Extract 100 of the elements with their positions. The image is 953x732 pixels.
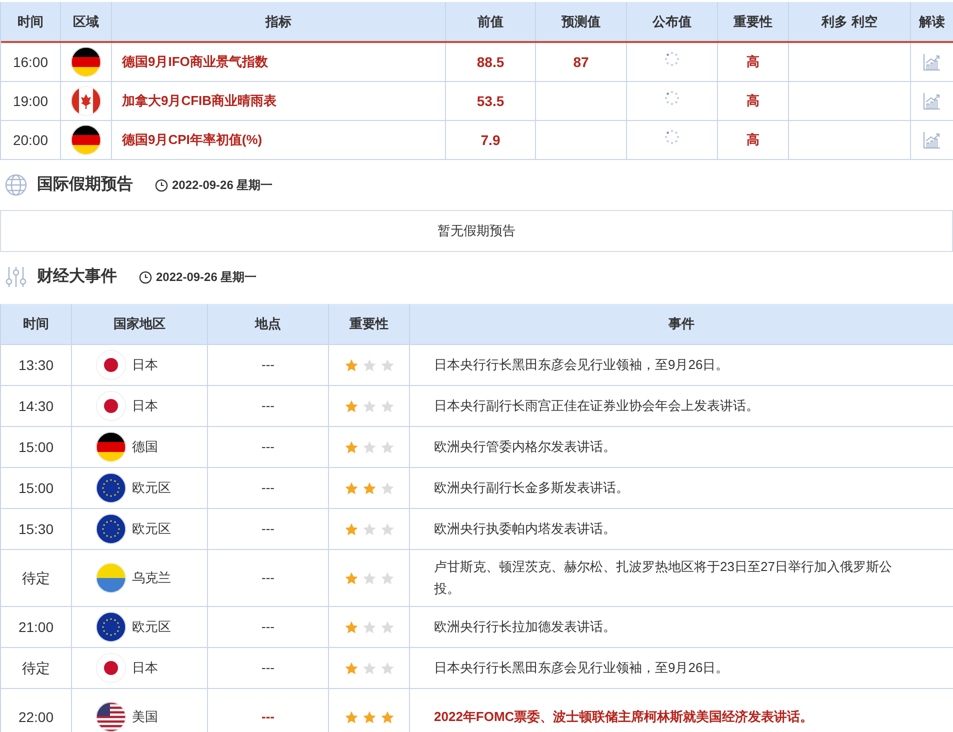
country-name: 欧元区 xyxy=(132,520,171,538)
country-name: 日本 xyxy=(132,356,158,374)
german-flag-icon xyxy=(96,432,126,462)
place-cell-text: --- xyxy=(262,438,274,456)
column-header: 重要性 xyxy=(718,2,789,41)
event-text: 卢甘斯克、顿涅茨克、赫尔松、扎波罗热地区将于23日至27日举行加入俄罗斯公投。 xyxy=(434,558,893,598)
star-icon xyxy=(362,522,376,536)
importance-label: 高 xyxy=(746,53,760,72)
place-cell-text: --- xyxy=(262,356,274,374)
star-icon xyxy=(380,358,394,372)
country-name: 日本 xyxy=(132,659,158,678)
place-cell-text: --- xyxy=(262,659,274,678)
time-cell: 20:00 xyxy=(1,121,61,159)
ukrainian-flag-icon xyxy=(96,563,126,593)
star-icon xyxy=(344,570,358,586)
sliders-icon xyxy=(5,266,27,288)
place-cell-text: --- xyxy=(262,569,274,588)
previous-value: 88.5 xyxy=(476,52,504,72)
us-flag-icon xyxy=(96,702,126,732)
star-icon xyxy=(344,480,358,496)
german-flag-icon xyxy=(71,125,101,155)
importance-label: 高 xyxy=(746,131,760,150)
star-icon xyxy=(344,358,358,372)
star-icon xyxy=(362,570,376,586)
section-title: 财经大事件 xyxy=(37,266,117,287)
column-header: 公布值 xyxy=(627,2,718,41)
time-cell: 待定 xyxy=(1,648,72,688)
place-cell-text: --- xyxy=(262,618,274,636)
country-name: 乌克兰 xyxy=(132,569,171,588)
japanese-flag-icon xyxy=(96,350,126,380)
star-icon xyxy=(362,660,376,676)
previous-value: 7.9 xyxy=(480,130,500,150)
chart-icon[interactable] xyxy=(922,91,942,111)
star-icon xyxy=(380,480,394,496)
place-cell-text: --- xyxy=(262,397,274,416)
clock-icon xyxy=(155,178,168,192)
japanese-flag-icon xyxy=(96,391,126,421)
star-icon xyxy=(380,710,394,724)
chart-icon[interactable] xyxy=(922,52,942,72)
event-text: 欧洲央行行长拉加德发表讲话。 xyxy=(434,618,616,636)
empty-message: 暂无假期预告 xyxy=(438,222,516,240)
importance-label: 高 xyxy=(746,92,760,110)
column-header: 区域 xyxy=(61,2,112,41)
star-icon xyxy=(380,660,394,676)
column-header: 国家地区 xyxy=(72,304,208,344)
indicator-name[interactable]: 加拿大9月CFIB商业晴雨表 xyxy=(122,91,277,111)
time-cell: 15:00 xyxy=(1,427,72,467)
column-header: 时间 xyxy=(1,2,61,41)
event-text: 2022年FOMC票委、波士顿联储主席柯林斯就美国经济发表讲话。 xyxy=(434,708,814,726)
time-cell: 13:30 xyxy=(1,345,72,385)
column-header: 地点 xyxy=(208,304,329,344)
country-name: 德国 xyxy=(132,438,158,456)
column-header: 预测值 xyxy=(536,2,627,41)
indicator-name[interactable]: 德国9月CPI年率初值(%) xyxy=(122,130,262,150)
column-header: 解读 xyxy=(911,2,953,41)
event-text: 日本央行行长黑田东彦会见行业领袖，至9月26日。 xyxy=(434,659,729,677)
column-header: 指标 xyxy=(112,2,446,41)
event-text: 日本央行行长黑田东彦会见行业领袖，至9月26日。 xyxy=(434,356,729,374)
eu-flag-icon xyxy=(96,514,126,544)
event-text: 欧洲央行副行长金多斯发表讲话。 xyxy=(434,479,629,497)
star-icon xyxy=(362,440,376,454)
time-cell: 19:00 xyxy=(1,82,61,120)
star-icon xyxy=(380,522,394,536)
star-icon xyxy=(362,358,376,372)
star-icon xyxy=(380,440,394,454)
globe-icon xyxy=(5,174,27,196)
clock-icon xyxy=(139,270,152,284)
forecast-value: 87 xyxy=(573,52,589,72)
star-icon xyxy=(380,570,394,586)
chart-icon[interactable] xyxy=(922,130,942,150)
column-header: 事件 xyxy=(410,304,953,344)
japanese-flag-icon xyxy=(96,653,126,683)
star-icon xyxy=(344,620,358,634)
indicator-name[interactable]: 德国9月IFO商业景气指数 xyxy=(122,52,268,72)
loading-icon xyxy=(664,51,680,67)
country-name: 日本 xyxy=(132,397,158,416)
date-label: 2022-09-26 星期一 xyxy=(172,177,273,194)
column-header: 前值 xyxy=(446,2,536,41)
country-name: 美国 xyxy=(132,708,158,726)
event-text: 日本央行副行长雨宫正佳在证券业协会年会上发表讲话。 xyxy=(434,397,759,415)
time-cell: 16:00 xyxy=(1,43,61,81)
star-icon xyxy=(344,440,358,454)
star-icon xyxy=(362,710,376,724)
place-cell-text: --- xyxy=(262,520,274,538)
time-cell: 待定 xyxy=(1,550,72,606)
event-text: 欧洲央行执委帕内塔发表讲话。 xyxy=(434,520,616,538)
canadian-flag-icon xyxy=(71,86,101,116)
place-cell-text: --- xyxy=(262,479,274,498)
section-title: 国际假期预告 xyxy=(37,174,133,195)
german-flag-icon xyxy=(71,47,101,77)
column-header: 重要性 xyxy=(329,304,410,344)
country-name: 欧元区 xyxy=(132,479,171,498)
star-icon xyxy=(362,398,376,414)
column-header: 利多 利空 xyxy=(789,2,911,41)
star-icon xyxy=(380,398,394,414)
time-cell: 22:00 xyxy=(1,689,72,732)
date-label: 2022-09-26 星期一 xyxy=(156,269,257,286)
eu-flag-icon xyxy=(96,612,126,642)
star-icon xyxy=(362,620,376,634)
star-icon xyxy=(344,398,358,414)
